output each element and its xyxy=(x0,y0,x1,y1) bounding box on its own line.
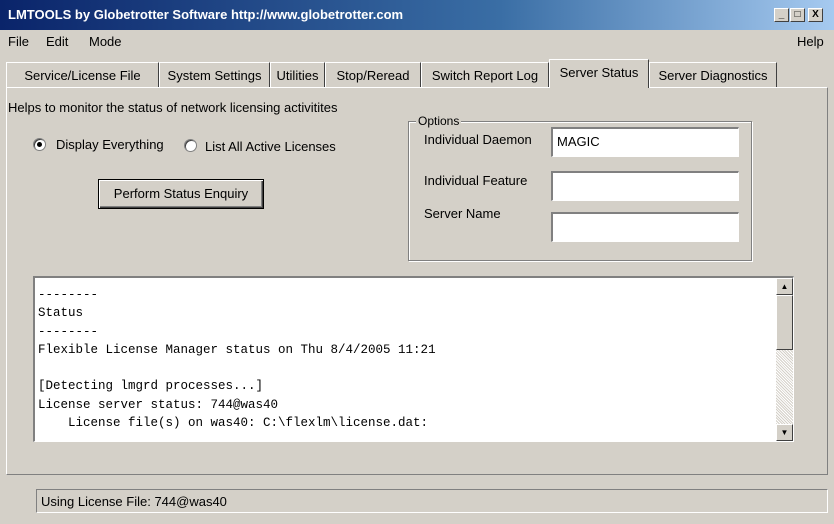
tab-system-settings[interactable]: System Settings xyxy=(159,62,270,88)
menu-file[interactable]: File xyxy=(8,34,29,49)
scroll-down-button[interactable]: ▼ xyxy=(776,424,793,441)
list-active-licenses-label[interactable]: List All Active Licenses xyxy=(205,139,336,154)
status-output-text: -------- Status -------- Flexible Licens… xyxy=(38,288,436,431)
title-bar: LMTOOLS by Globetrotter Software http://… xyxy=(0,0,834,30)
individual-feature-field[interactable] xyxy=(551,171,739,201)
help-text: Helps to monitor the status of network l… xyxy=(8,100,338,115)
menu-help[interactable]: Help xyxy=(797,34,824,49)
tab-utilities[interactable]: Utilities xyxy=(270,62,325,88)
perform-status-enquiry-button[interactable]: Perform Status Enquiry xyxy=(98,179,264,209)
tab-server-diagnostics[interactable]: Server Diagnostics xyxy=(649,62,777,88)
individual-feature-label: Individual Feature xyxy=(424,173,528,188)
tab-service-license-file[interactable]: Service/License File xyxy=(6,62,159,88)
display-everything-radio[interactable] xyxy=(33,138,46,151)
scroll-up-button[interactable]: ▲ xyxy=(776,278,793,295)
individual-daemon-label: Individual Daemon xyxy=(424,132,532,147)
options-legend: Options xyxy=(416,114,462,128)
menu-mode[interactable]: Mode xyxy=(89,34,122,49)
window-title: LMTOOLS by Globetrotter Software http://… xyxy=(8,7,404,22)
status-output-box[interactable]: -------- Status -------- Flexible Licens… xyxy=(33,276,794,442)
vertical-scrollbar[interactable]: ▲ ▼ xyxy=(776,278,793,441)
maximize-button[interactable]: □ xyxy=(790,8,805,22)
menu-bar: File Edit Mode Help xyxy=(0,30,834,52)
status-bar: Using License File: 744@was40 xyxy=(36,489,828,513)
tab-server-status[interactable]: Server Status xyxy=(549,59,649,88)
radio-selected-dot xyxy=(37,142,42,147)
display-everything-label[interactable]: Display Everything xyxy=(56,137,164,152)
close-button[interactable]: X xyxy=(808,8,823,22)
minimize-button[interactable]: _ xyxy=(774,8,789,22)
server-name-field[interactable] xyxy=(551,212,739,242)
tab-stop-reread[interactable]: Stop/Reread xyxy=(325,62,421,88)
server-name-label: Server Name xyxy=(424,206,501,221)
scroll-thumb[interactable] xyxy=(776,295,793,350)
list-active-licenses-radio[interactable] xyxy=(184,139,197,152)
individual-daemon-field[interactable]: MAGIC xyxy=(551,127,739,157)
menu-edit[interactable]: Edit xyxy=(46,34,68,49)
tab-switch-report-log[interactable]: Switch Report Log xyxy=(421,62,549,88)
